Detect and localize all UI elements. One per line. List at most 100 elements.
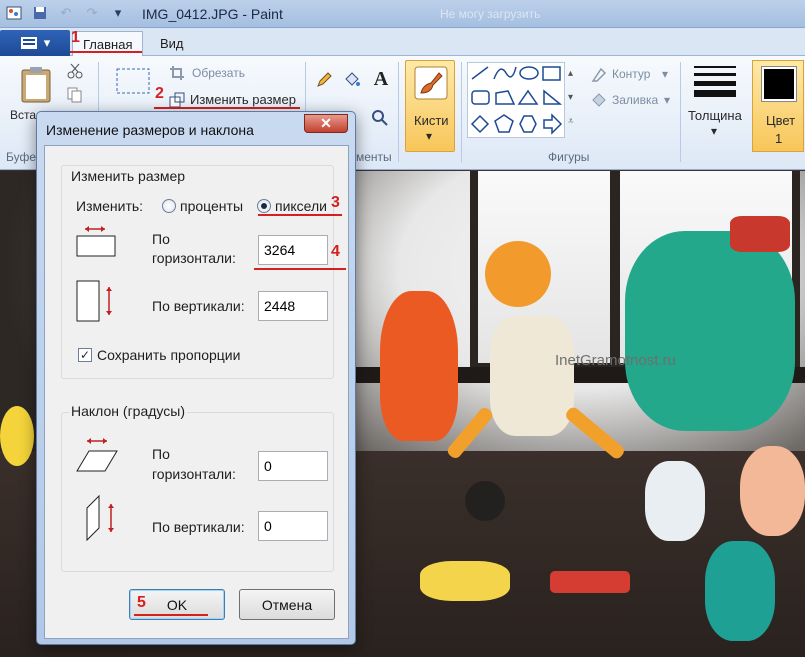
photo-bunny-toy xyxy=(645,461,705,541)
paste-label[interactable]: Вста xyxy=(10,108,36,122)
annotation-underline-5 xyxy=(134,614,208,616)
shapes-group-label: Фигуры xyxy=(548,150,590,164)
cancel-button[interactable]: Отмена xyxy=(239,589,335,620)
resize-by-label: Изменить: xyxy=(76,198,144,214)
annotation-underline-3 xyxy=(258,214,342,216)
fill-bucket-icon[interactable] xyxy=(342,70,362,90)
photo-green-toy xyxy=(705,541,775,641)
outline-label[interactable]: Контур xyxy=(612,67,650,81)
redo-icon[interactable]: ↷ xyxy=(82,4,102,22)
color-swatch xyxy=(761,66,797,102)
color-label: Цвет xyxy=(766,113,796,128)
paint-app-icon[interactable] xyxy=(4,4,24,22)
color-number: 1 xyxy=(775,131,783,146)
horizontal-resize-icon xyxy=(75,225,119,262)
photo-red-hat xyxy=(730,216,790,252)
brushes-button[interactable]: Кисти ▾ xyxy=(405,60,455,152)
outline-icon[interactable] xyxy=(590,66,608,84)
annotation-number-4: 4 xyxy=(331,243,340,260)
photo-pinocchio-head xyxy=(485,241,551,307)
photo-orange-cat-toy xyxy=(380,291,458,441)
cut-icon[interactable] xyxy=(66,62,84,80)
keep-ratio-checkbox[interactable]: ✓ xyxy=(78,348,92,362)
divider xyxy=(398,62,399,162)
crop-icon[interactable] xyxy=(168,64,186,82)
copy-icon[interactable] xyxy=(66,86,84,104)
photo-yellow-car xyxy=(420,561,510,601)
size-label[interactable]: Толщина xyxy=(688,108,742,123)
annotation-underline-4 xyxy=(254,268,346,270)
scroll-up-icon[interactable]: ▴ xyxy=(568,68,573,79)
watermark-text: InetGramotnost.ru xyxy=(555,352,676,369)
resize-vertical-label: По вертикали: xyxy=(152,298,245,314)
vertical-skew-icon xyxy=(83,494,123,545)
annotation-number-2: 2 xyxy=(155,85,164,102)
line-thickness-icon[interactable] xyxy=(694,64,736,98)
app-menu-button[interactable]: ▾ xyxy=(0,30,70,56)
photo-red-rattle xyxy=(550,571,630,593)
paste-icon[interactable] xyxy=(18,64,54,104)
crop-label[interactable]: Обрезать xyxy=(192,66,245,80)
photo-black-ball xyxy=(465,481,505,521)
window-title: IMG_0412.JPG - Paint xyxy=(142,6,283,22)
annotation-underline-2 xyxy=(154,107,300,109)
annotation-number-5: 5 xyxy=(137,594,146,611)
resize-vertical-input[interactable] xyxy=(258,291,328,321)
undo-icon[interactable]: ↶ xyxy=(56,4,76,22)
vertical-resize-icon xyxy=(75,279,119,328)
faded-title-text: Не могу загрузить xyxy=(440,7,541,21)
color-1-button[interactable]: Цвет 1 xyxy=(752,60,804,152)
annotation-number-3: 3 xyxy=(331,194,340,211)
clipboard-group-label: Буфе xyxy=(6,150,37,164)
dialog-title: Изменение размеров и наклона xyxy=(46,122,254,138)
scroll-down-icon[interactable]: ▾ xyxy=(568,92,573,103)
fill-icon[interactable] xyxy=(590,91,608,109)
paint-menu-icon xyxy=(20,37,37,49)
divider xyxy=(461,62,462,162)
pixels-radio[interactable] xyxy=(257,199,271,213)
magnifier-icon[interactable] xyxy=(370,108,390,128)
photo-pinocchio-body xyxy=(490,316,574,436)
skew-vertical-input[interactable] xyxy=(258,511,328,541)
chevron-down-icon: ▾ xyxy=(711,124,718,138)
tab-view[interactable]: Вид xyxy=(150,31,194,56)
resize-horizontal-label: По xyxy=(152,231,170,247)
photo-pink-toy xyxy=(740,446,805,536)
title-bar: ↶ ↷ ▾ IMG_0412.JPG - Paint Не могу загру… xyxy=(0,0,805,28)
percent-label[interactable]: проценты xyxy=(180,197,243,216)
photo-crocodile-toy xyxy=(625,231,795,431)
skew-horizontal-label: По xyxy=(152,446,170,462)
fill-label[interactable]: Заливка xyxy=(612,93,658,107)
chevron-down-icon: ▾ xyxy=(426,129,433,143)
photo-window-mullion xyxy=(610,171,620,371)
resize-legend: Изменить размер xyxy=(69,168,188,184)
brush-icon xyxy=(414,66,448,100)
resize-skew-dialog: Изменение размеров и наклона ✕ Изменить … xyxy=(36,111,356,645)
tools-group-label: менты xyxy=(356,150,392,164)
skew-fieldset xyxy=(61,412,334,572)
horizontal-skew-icon xyxy=(75,437,121,478)
more-shapes-icon[interactable]: ⩡ xyxy=(568,116,574,127)
close-button[interactable]: ✕ xyxy=(304,114,348,133)
resize-horizontal-input[interactable] xyxy=(258,235,328,265)
pencil-icon[interactable] xyxy=(314,70,334,90)
chevron-down-icon: ▾ xyxy=(662,67,669,81)
quick-access-toolbar: ↶ ↷ ▾ xyxy=(4,4,128,22)
resize-button-label[interactable]: Изменить размер xyxy=(190,92,296,107)
select-icon[interactable] xyxy=(115,67,151,95)
percent-radio[interactable] xyxy=(162,199,176,213)
text-tool-icon[interactable]: A xyxy=(370,68,392,90)
chevron-down-icon: ▾ xyxy=(43,35,51,50)
save-icon[interactable] xyxy=(30,4,50,22)
skew-horizontal-input[interactable] xyxy=(258,451,328,481)
skew-horizontal-label: горизонтали: xyxy=(152,466,236,482)
chevron-down-icon: ▾ xyxy=(664,93,671,107)
close-icon: ✕ xyxy=(320,115,332,131)
shapes-gallery[interactable] xyxy=(467,62,565,138)
annotation-number-1: 1 xyxy=(71,29,80,46)
skew-legend: Наклон (градусы) xyxy=(69,403,187,419)
keep-ratio-label[interactable]: Сохранить пропорции xyxy=(97,346,240,365)
customize-toolbar-icon[interactable]: ▾ xyxy=(108,4,128,22)
brushes-label: Кисти xyxy=(414,113,449,128)
annotation-underline-1 xyxy=(70,51,142,53)
